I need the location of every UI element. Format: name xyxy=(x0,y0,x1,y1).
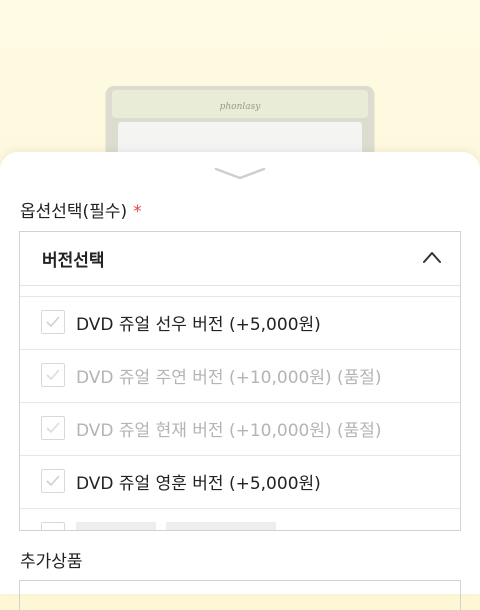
option-checkbox xyxy=(41,416,65,440)
chevron-up-icon[interactable] xyxy=(422,250,442,264)
option-label: DVD 쥬얼 영훈 버전 (+5,000원) xyxy=(76,474,321,494)
option-checkbox[interactable] xyxy=(41,310,65,334)
option-bottom-sheet: 옵션선택(필수) * 버전선택 DVD 쥬얼 선우 버전 (+5,000원) DV… xyxy=(0,152,480,610)
version-option-item: DVD 쥬얼 주연 버전 (+10,000원) (품절) xyxy=(20,349,460,402)
option-label: DVD 쥬얼 주연 버전 (+10,000원) (품절) xyxy=(76,368,382,388)
version-option-item[interactable]: DVD 쥬얼 선우 버전 (+5,000원) xyxy=(20,296,460,349)
option-section-label: 옵션선택(필수) * xyxy=(20,197,142,222)
option-label-cut-off xyxy=(76,522,276,530)
option-checkbox[interactable] xyxy=(41,469,65,493)
option-checkbox xyxy=(41,363,65,387)
version-option-item-partial[interactable] xyxy=(20,508,460,530)
version-option-item[interactable]: DVD 쥬얼 영훈 버전 (+5,000원) xyxy=(20,455,460,508)
option-checkbox[interactable] xyxy=(41,522,65,530)
option-label: DVD 쥬얼 현재 버전 (+10,000원) (품절) xyxy=(76,421,382,441)
extra-product-label: 추가상품 xyxy=(20,552,83,572)
version-select-dropdown: 버전선택 DVD 쥬얼 선우 버전 (+5,000원) DVD 쥬얼 주연 버전… xyxy=(19,231,461,531)
check-icon xyxy=(46,316,60,328)
check-icon xyxy=(46,369,60,381)
product-brand-text: phonlasy xyxy=(219,102,261,112)
option-label: DVD 쥬얼 선우 버전 (+5,000원) xyxy=(76,315,321,335)
version-option-list: DVD 쥬얼 선우 버전 (+5,000원) DVD 쥬얼 주연 버전 (+10… xyxy=(20,296,460,530)
version-select-header[interactable]: 버전선택 xyxy=(20,232,460,286)
required-mark: * xyxy=(133,202,142,222)
check-icon xyxy=(46,422,60,434)
version-select-title: 버전선택 xyxy=(42,251,105,271)
extra-product-select[interactable] xyxy=(19,580,461,610)
option-section-title: 옵션선택(필수) xyxy=(20,202,128,222)
check-icon xyxy=(46,475,60,487)
sheet-collapse-handle-icon[interactable] xyxy=(213,166,267,182)
version-option-item: DVD 쥬얼 현재 버전 (+10,000원) (품절) xyxy=(20,402,460,455)
product-cover-top: phonlasy xyxy=(112,90,368,118)
